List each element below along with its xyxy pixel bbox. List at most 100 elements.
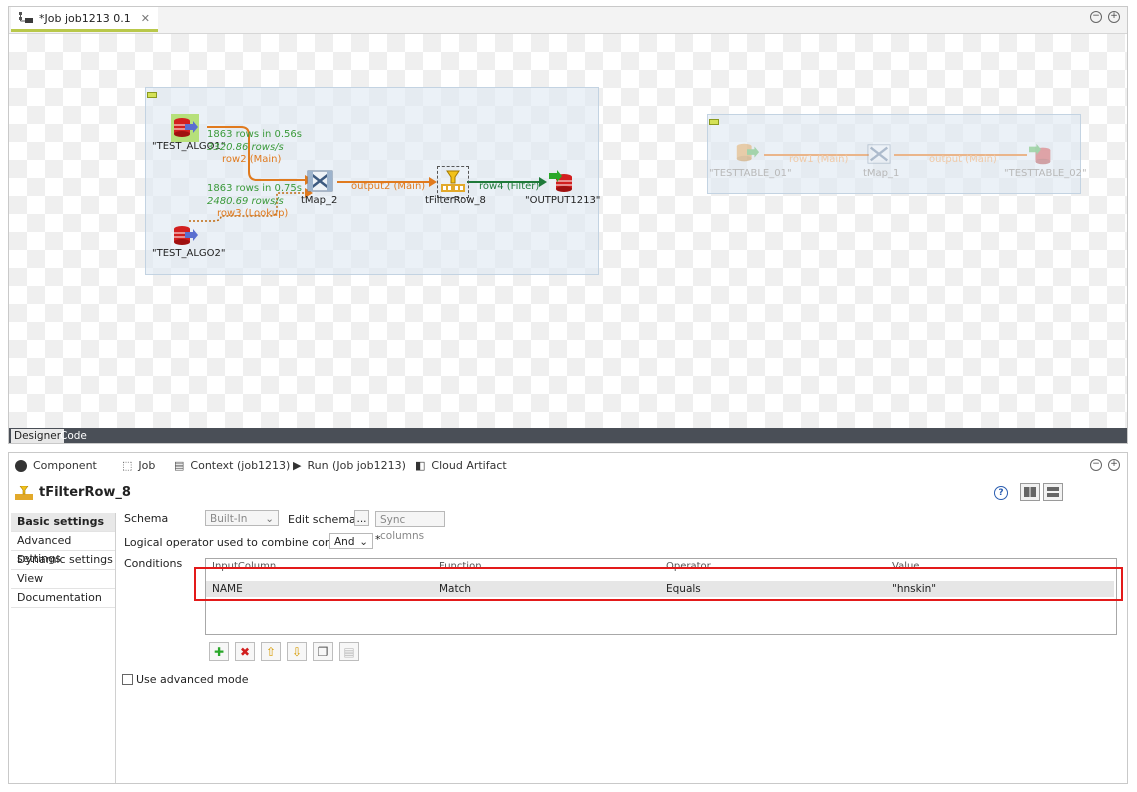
required-asterisk: * [375, 533, 381, 546]
tfilterrow8-label: tFilterRow_8 [425, 195, 486, 206]
settings-nav: Basic settings Advanced settings Dynamic… [11, 513, 115, 608]
output-label[interactable]: output (Main) [929, 154, 997, 165]
arrow-up-icon: ⇧ [265, 644, 277, 659]
row3-label[interactable]: row3 (Lookup) [217, 208, 288, 219]
tab-context[interactable]: ▤ Context (job1213) [174, 459, 290, 472]
layout-grid-icon[interactable] [1020, 483, 1040, 501]
component-icon [15, 459, 27, 472]
schema-select[interactable]: Built-In ⌄ [205, 510, 279, 526]
use-advanced-mode[interactable]: Use advanced mode [122, 673, 248, 686]
row4-label[interactable]: row4 (Filter) [479, 181, 539, 192]
tmap2-label: tMap_2 [301, 195, 338, 206]
nav-dynamic-settings[interactable]: Dynamic settings [11, 551, 115, 570]
row3-stats: 1863 rows in 0.75s [207, 183, 302, 194]
tab-code[interactable]: Code [57, 429, 90, 443]
tab-component-label: Component [33, 459, 97, 472]
nav-advanced-settings[interactable]: Advanced settings [11, 532, 115, 565]
filter-icon [15, 485, 33, 500]
row2-label[interactable]: row2 (Main) [222, 154, 281, 165]
chevron-down-icon: ⌄ [265, 513, 274, 525]
nav-documentation[interactable]: Documentation [11, 589, 115, 608]
filter-icon [441, 170, 465, 192]
output2-arrowhead [429, 177, 437, 187]
database-output-icon [549, 170, 572, 192]
tab-cloud-artifact-label: Cloud Artifact [431, 459, 507, 472]
minimize-icon[interactable]: − [1090, 459, 1102, 471]
nav-basic-settings[interactable]: Basic settings [11, 513, 115, 532]
help-icon[interactable]: ? [994, 486, 1008, 500]
designer-code-tab-bar: Designer Code [9, 428, 1127, 443]
advanced-mode-checkbox[interactable] [122, 674, 133, 685]
job-icon: ⬚ [122, 459, 133, 472]
logical-operator-select[interactable]: And ⌄ [329, 533, 373, 549]
tab-job-label: Job [138, 459, 156, 472]
output1213-component[interactable] [549, 168, 577, 196]
tmap1-label: tMap_1 [863, 168, 900, 179]
database-input-icon [174, 226, 198, 245]
row2-rate: 3320.86 rows/s [207, 142, 284, 153]
row1-label[interactable]: row1 (Main) [789, 154, 848, 165]
add-row-button[interactable]: ✚ [209, 642, 229, 661]
tab-component[interactable]: Component [15, 459, 97, 472]
cloud-artifact-icon: ◧ [415, 459, 426, 472]
paste-button[interactable]: ▤ [339, 642, 359, 661]
tab-job[interactable]: ⬚ Job [122, 459, 155, 472]
edit-schema-label: Edit schema [288, 513, 356, 526]
move-down-button[interactable]: ⇩ [287, 642, 307, 661]
tab-cloud-artifact[interactable]: ◧ Cloud Artifact [415, 459, 507, 472]
maximize-icon[interactable]: + [1108, 11, 1120, 23]
edit-schema-button[interactable]: ... [354, 510, 369, 526]
minimize-icon[interactable]: − [1090, 11, 1102, 23]
schema-label: Schema [124, 512, 169, 525]
editor-window-controls: − + [1090, 11, 1120, 23]
testtable02-component[interactable] [1029, 142, 1055, 168]
job-tab-title: *Job job1213 0.1 [39, 11, 131, 25]
job-editor-tab[interactable]: *Job job1213 0.1 ✕ [11, 7, 158, 32]
tmap-icon [867, 144, 891, 164]
chevron-down-icon: ⌄ [359, 536, 368, 548]
layout-rows-icon[interactable] [1043, 483, 1063, 501]
arrow-down-icon: ⇩ [291, 644, 303, 659]
job-design-canvas[interactable]: "TEST_ALGO1" "TEST_ALGO2" 1863 rows in 0… [9, 34, 1127, 428]
job-editor: *Job job1213 0.1 ✕ − + "TEST_ALGO1" "TES… [8, 6, 1128, 444]
output2-label[interactable]: output2 (Main) [351, 181, 425, 192]
highlight-box [194, 567, 1123, 601]
maximize-icon[interactable]: + [1108, 459, 1120, 471]
test-algo2-component[interactable] [171, 222, 199, 250]
tab-run[interactable]: ▶ Run (Job job1213) [293, 459, 406, 472]
remove-row-button[interactable]: ✖ [235, 642, 255, 661]
database-input-icon [174, 118, 198, 137]
testtable01-component[interactable] [734, 140, 760, 166]
testtable01-label: "TESTTABLE_01" [709, 168, 792, 179]
panel-window-controls: − + [1090, 459, 1120, 471]
copy-icon: ❐ [317, 644, 329, 659]
tab-context-label: Context (job1213) [190, 459, 291, 472]
tmap-icon [307, 170, 333, 192]
move-up-button[interactable]: ⇧ [261, 642, 281, 661]
nav-divider [115, 513, 116, 783]
delete-icon: ✖ [239, 644, 251, 659]
copy-button[interactable]: ❐ [313, 642, 333, 661]
database-input-icon [736, 143, 760, 162]
close-icon[interactable]: ✕ [141, 12, 150, 25]
job-icon [19, 12, 33, 23]
tmap2-component[interactable] [307, 168, 333, 194]
nav-view[interactable]: View [11, 570, 115, 589]
row4-arrowhead [539, 177, 547, 187]
output1213-label: "OUTPUT1213" [525, 195, 601, 206]
component-title: tFilterRow_8 [39, 485, 131, 500]
row2-stats: 1863 rows in 0.56s [207, 129, 302, 140]
editor-tab-bar: *Job job1213 0.1 ✕ − + [9, 7, 1127, 34]
plus-icon: ✚ [213, 644, 225, 659]
component-panel: Component ⬚ Job ▤ Context (job1213) ▶ Ru… [8, 452, 1128, 784]
testtable02-label: "TESTTABLE_02" [1004, 168, 1087, 179]
paste-icon: ▤ [343, 644, 355, 659]
test-algo1-component[interactable] [171, 114, 199, 142]
tmap1-component[interactable] [867, 142, 891, 166]
test-algo2-label: "TEST_ALGO2" [152, 248, 226, 259]
context-icon: ▤ [174, 459, 185, 472]
row3-rate: 2480.69 rows/s [207, 196, 284, 207]
tfilterrow8-component[interactable] [437, 166, 469, 198]
run-icon: ▶ [293, 459, 302, 472]
sync-columns-button[interactable]: Sync columns [375, 511, 445, 542]
